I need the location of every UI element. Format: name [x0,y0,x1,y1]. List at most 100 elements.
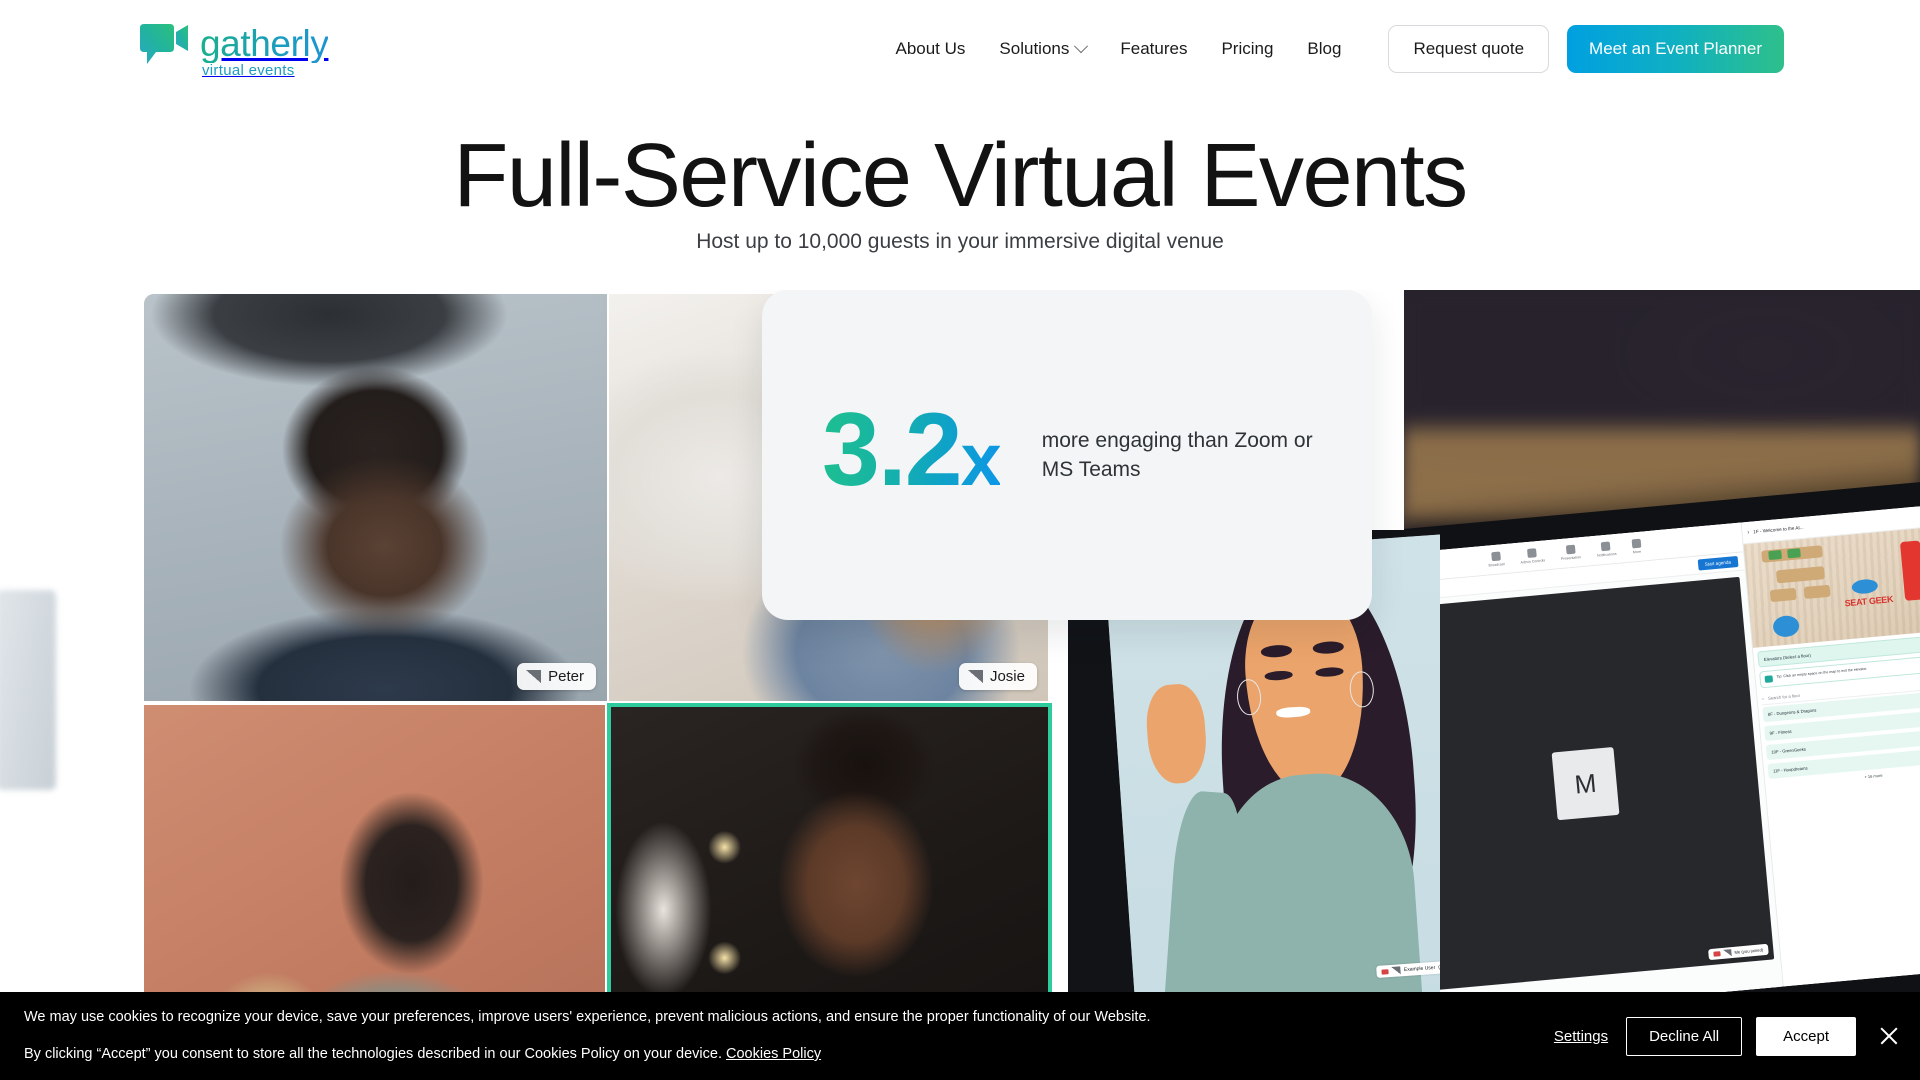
hero-collage: Peter Josie Example User Broadcast Admin… [0,290,1920,1080]
audio-level-icon [1391,966,1402,976]
audio-level-icon [1723,949,1732,957]
cookie-line-1: We may use cookies to recognize your dev… [24,1009,1151,1025]
stage-badge-label: Me (you joined) [1734,947,1764,955]
map-object-plant [1787,548,1802,559]
illustration-user-name: Example User [1403,965,1436,974]
map-object-chair [1769,587,1797,603]
map-object-chair [1803,584,1831,600]
decorative-glass [0,590,56,790]
participant-name-badge: Josie [958,663,1037,690]
map-sponsor-logo: SEAT GEEK [1844,594,1894,609]
stat-description: more engaging than Zoom or MS Teams [1041,429,1313,481]
site-header: gatherly virtual events About Us Solutio… [0,0,1920,98]
participant-name: Peter [548,668,584,685]
toolbar-notifications[interactable]: Notifications [1596,541,1617,558]
toolbar-presentation[interactable]: Presentation [1560,544,1581,561]
nav-item-blog[interactable]: Blog [1290,29,1358,69]
nav-item-about-us[interactable]: About Us [878,29,982,69]
venue-map[interactable]: SEAT GEEK [1743,524,1920,648]
toolbar-label: Notifications [1596,551,1617,558]
close-icon[interactable] [1876,1023,1902,1049]
meet-event-planner-button[interactable]: Meet an Event Planner [1567,25,1784,73]
gatherly-app-preview: Broadcast Admin Controls Presentation No… [1404,502,1920,1019]
stat-value-block: 3.2x [822,398,1000,512]
audio-level-icon [967,670,983,683]
camera-off-icon [1713,951,1721,957]
brand-tagline: virtual events [202,62,295,79]
elevator-label: Elevators (Select a floor) [1763,652,1811,662]
cookie-banner-actions: Settings Decline All Accept [1550,992,1902,1080]
gear-icon [1527,548,1537,558]
stat-value: 3.2 [822,392,961,508]
app-stage: M Me (you joined) [1404,576,1775,991]
gatherly-camera-icon [140,24,188,64]
toolbar-more[interactable]: More [1631,538,1642,555]
toolbar-admin-controls[interactable]: Admin Controls [1519,547,1546,565]
floor-name: 11F - Hoopdreams [1772,765,1808,774]
brand-logo[interactable]: gatherly virtual events [136,22,329,80]
nav-links: About Us Solutions Features Pricing Blog [878,29,1358,69]
bell-icon [1601,541,1611,552]
broadcast-icon [1490,551,1501,562]
illustration-user-status: (silent) [1438,964,1440,971]
participant-name-badge: Peter [517,663,596,690]
brand-name: gatherly [200,23,329,64]
cookie-line-2: By clicking “Accept” you consent to stor… [24,1045,1151,1064]
cookie-decline-all-button[interactable]: Decline All [1626,1016,1743,1056]
floor-name: 10F - GreenGeeks [1771,746,1807,755]
page-subtitle: Host up to 10,000 guests in your immersi… [696,230,1224,253]
page-root: gatherly virtual events About Us Solutio… [0,0,1920,1080]
toolbar-label: More [1632,549,1642,555]
video-tile-peter[interactable]: Peter [140,290,607,703]
nav-label: Solutions [999,39,1070,58]
tip-text: Tip: Click an empty space on the map to … [1776,666,1868,679]
camera-off-icon [1381,969,1390,975]
cookie-consent-banner: We may use cookies to recognize your dev… [0,992,1920,1080]
map-object-sofa [1776,566,1825,584]
toolbar-label: Admin Controls [1520,558,1546,565]
more-icon [1631,538,1642,549]
chevron-right-icon[interactable]: › [1747,529,1750,535]
stage-avatar: M [1551,746,1620,821]
nav-item-pricing[interactable]: Pricing [1204,29,1290,69]
cookie-banner-text: We may use cookies to recognize your dev… [24,1008,1151,1064]
app-main-pane: Broadcast Admin Controls Presentation No… [1404,522,1783,1019]
map-object-avatar [1771,614,1800,638]
video-feed-image [144,294,607,701]
start-agenda-button[interactable]: Start agenda [1697,555,1739,571]
stat-value-suffix: x [960,418,1000,501]
chevron-down-icon [1074,39,1089,54]
nav-label: About Us [895,39,966,58]
stage-user-badge: Me (you joined) [1708,943,1769,961]
nav-item-features[interactable]: Features [1103,29,1204,69]
map-object-plant [1768,550,1782,560]
search-icon: ○ [1761,695,1765,701]
cookies-policy-link[interactable]: Cookies Policy [726,1046,821,1062]
stat-card: 3.2x more engaging than Zoom or MS Teams [762,290,1372,620]
toolbar-label: Presentation [1560,555,1582,561]
nav-item-solutions[interactable]: Solutions [982,29,1103,69]
request-quote-button[interactable]: Request quote [1388,25,1550,73]
audio-level-icon [526,670,542,683]
show-more-floors-button[interactable]: + 16 more [1864,773,1883,780]
page-title: Full-Service Virtual Events [453,126,1468,226]
laptop-screen: Broadcast Admin Controls Presentation No… [1404,502,1920,1019]
slides-icon [1565,544,1576,555]
laptop-photo: Broadcast Admin Controls Presentation No… [1404,290,1920,1080]
cookie-accept-button[interactable]: Accept [1756,1016,1856,1056]
cookie-line-2-text: By clicking “Accept” you consent to stor… [24,1046,722,1062]
nav-label: Pricing [1221,39,1274,58]
cookie-settings-button[interactable]: Settings [1550,1022,1612,1051]
toolbar-broadcast[interactable]: Broadcast [1487,551,1505,568]
brand-wordmark-block: gatherly virtual events [200,23,329,80]
search-placeholder: Search for a floor [1767,692,1801,701]
nav-label: Features [1120,39,1188,58]
toolbar-label: Broadcast [1488,562,1505,568]
floor-name: 9F - Fitness [1769,728,1792,736]
map-object-carpet [1900,540,1920,601]
tip-bubble-icon [1764,675,1774,683]
laptop-device: Broadcast Admin Controls Presentation No… [1404,477,1920,1080]
participant-name: Josie [989,668,1025,685]
nav-label: Blog [1307,39,1342,58]
map-object-rug [1851,578,1879,595]
